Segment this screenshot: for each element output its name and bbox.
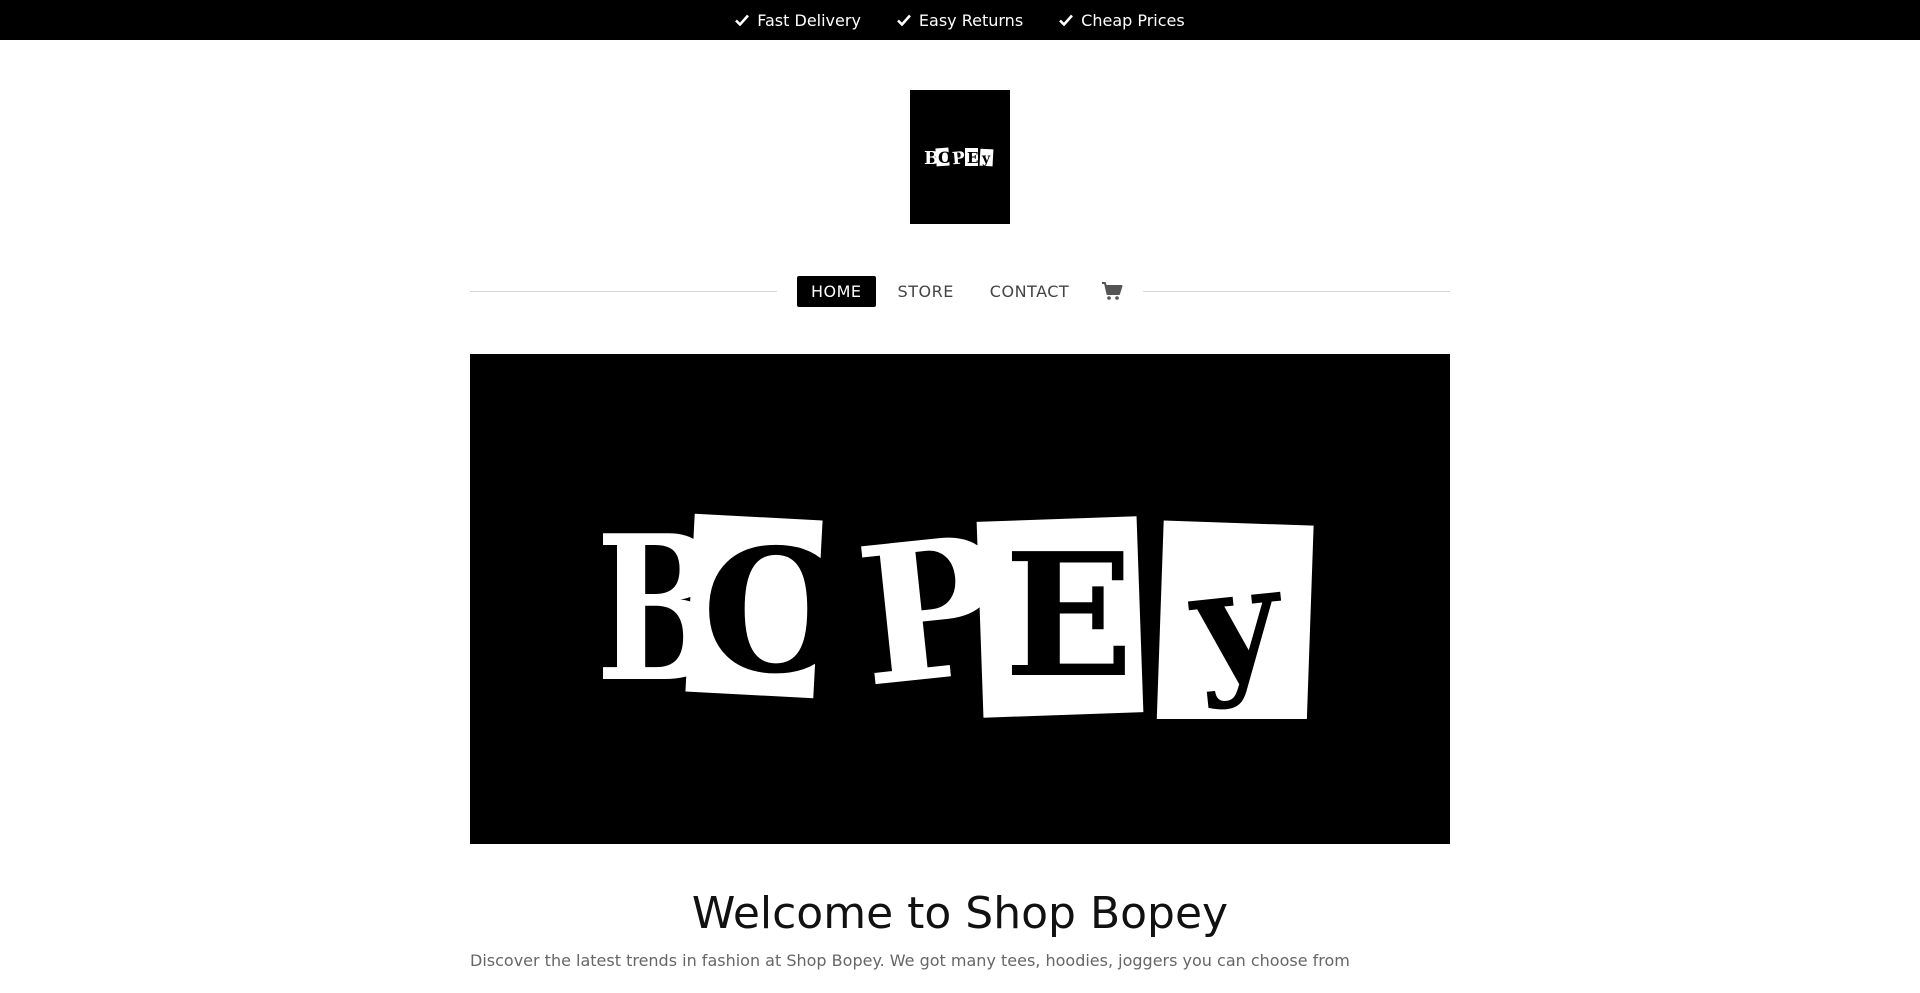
nav-contact[interactable]: CONTACT [976,276,1083,307]
benefits-bar: Fast Delivery Easy Returns Cheap Prices [0,0,1920,40]
benefit-label: Easy Returns [918,10,1024,30]
check-icon [1059,14,1074,26]
nav-items: HOME STORE CONTACT [797,275,1123,307]
benefit-label: Fast Delivery [757,10,861,30]
benefit-label: Cheap Prices [1081,10,1185,30]
nav-divider-right [1143,290,1450,292]
welcome-description: Discover the latest trends in fashion at… [470,951,1350,970]
nav-home[interactable]: HOME [797,275,876,307]
svg-text:y: y [981,151,991,167]
nav-store[interactable]: STORE [884,276,968,307]
svg-text:E: E [967,149,978,167]
welcome-title: Welcome to Shop Bopey [691,888,1229,939]
svg-text:O: O [702,512,850,712]
benefit-cheap-prices: Cheap Prices [1059,11,1185,30]
nav-divider-left [470,290,777,292]
logo-wordmark: B O P E y [924,147,994,169]
check-icon [897,14,911,26]
check-icon [735,14,750,26]
hero-wordmark: B O P E y [596,491,1314,719]
main-navigation: HOME STORE CONTACT [470,274,1450,308]
cart-icon[interactable] [1101,281,1123,301]
svg-text:P: P [951,148,966,169]
logo-container: B O P E y [0,90,1920,224]
benefit-fast-delivery: Fast Delivery [735,11,861,30]
welcome-section: Welcome to Shop Bopey Discover the lates… [470,888,1450,970]
hero-banner: B O P E y [470,354,1450,844]
site-logo[interactable]: B O P E y [910,90,1010,224]
svg-text:O: O [938,148,952,167]
svg-text:E: E [1004,516,1134,716]
benefit-easy-returns: Easy Returns [897,11,1023,30]
